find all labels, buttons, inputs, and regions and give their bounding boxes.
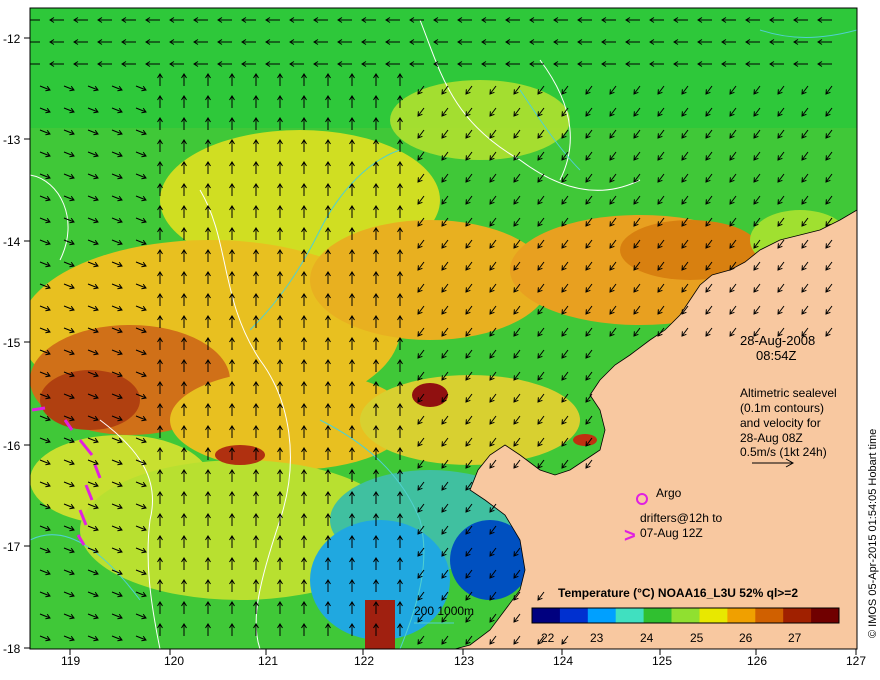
colorbar-segment [559, 608, 589, 623]
colorbar-segment [811, 608, 840, 623]
colorbar-segment [643, 608, 672, 623]
y-tick-label: -18 [3, 642, 21, 656]
altimetry-line: 0.5m/s (1kt 24h) [740, 445, 827, 459]
x-tick-label: 121 [258, 654, 278, 668]
drifter-marker: > [624, 525, 636, 547]
sst-map: 119 120 121 122 123 124 125 126 127 -12 … [3, 7, 879, 668]
x-tick-label: 127 [846, 654, 866, 668]
colorbar-title: Temperature (°C) NOAA16_L3U 52% ql>=2 [558, 586, 798, 600]
y-tick-label: -17 [3, 540, 21, 554]
colorbar-tick-label: 27 [788, 631, 802, 645]
x-axis: 119 120 121 122 123 124 125 126 127 [61, 654, 866, 668]
map-date: 28-Aug-2008 [740, 333, 815, 348]
colorbar-segment [671, 608, 700, 623]
colorbar-segment [699, 608, 728, 623]
colorbar-tick-label: 23 [590, 631, 604, 645]
y-tick-label: -14 [3, 235, 21, 249]
drifters-label: 07-Aug 12Z [640, 526, 703, 540]
y-tick-label: -13 [3, 133, 21, 147]
y-tick-label: -16 [3, 439, 21, 453]
x-tick-label: 120 [164, 654, 184, 668]
colorbar-segment [587, 608, 617, 623]
colorbar-tick-label: 26 [739, 631, 753, 645]
x-tick-label: 122 [354, 654, 374, 668]
x-tick-label: 125 [652, 654, 672, 668]
colorbar-segment [755, 608, 784, 623]
colorbar-segment [532, 608, 561, 623]
x-tick-label: 126 [747, 654, 767, 668]
y-tick-label: -15 [3, 336, 21, 350]
x-tick-label: 123 [454, 654, 474, 668]
altimetry-line: 28-Aug 08Z [740, 431, 803, 445]
depth-contour-label: 200 1000m [414, 604, 474, 618]
credit-text: © IMOS 05-Apr-2015 01:54:05 Hobart time [867, 429, 879, 638]
y-axis: -12 -13 -14 -15 -16 -17 -18 [3, 32, 21, 656]
y-tick-label: -12 [3, 32, 21, 46]
argo-label: Argo [656, 486, 682, 500]
x-tick-label: 124 [553, 654, 573, 668]
colorbar [531, 607, 840, 624]
altimetry-line: (0.1m contours) [740, 401, 824, 415]
map-time: 08:54Z [756, 348, 797, 363]
colorbar-segment [615, 608, 645, 623]
altimetry-line: Altimetric sealevel [740, 386, 837, 400]
drifters-label: drifters@12h to [640, 511, 723, 525]
x-tick-label: 119 [61, 654, 80, 668]
colorbar-tick-label: 24 [640, 631, 654, 645]
colorbar-segment [783, 608, 812, 623]
colorbar-tick-label: 22 [541, 631, 555, 645]
colorbar-segment [727, 608, 756, 623]
altimetry-line: and velocity for [740, 416, 821, 430]
colorbar-tick-label: 25 [690, 631, 704, 645]
